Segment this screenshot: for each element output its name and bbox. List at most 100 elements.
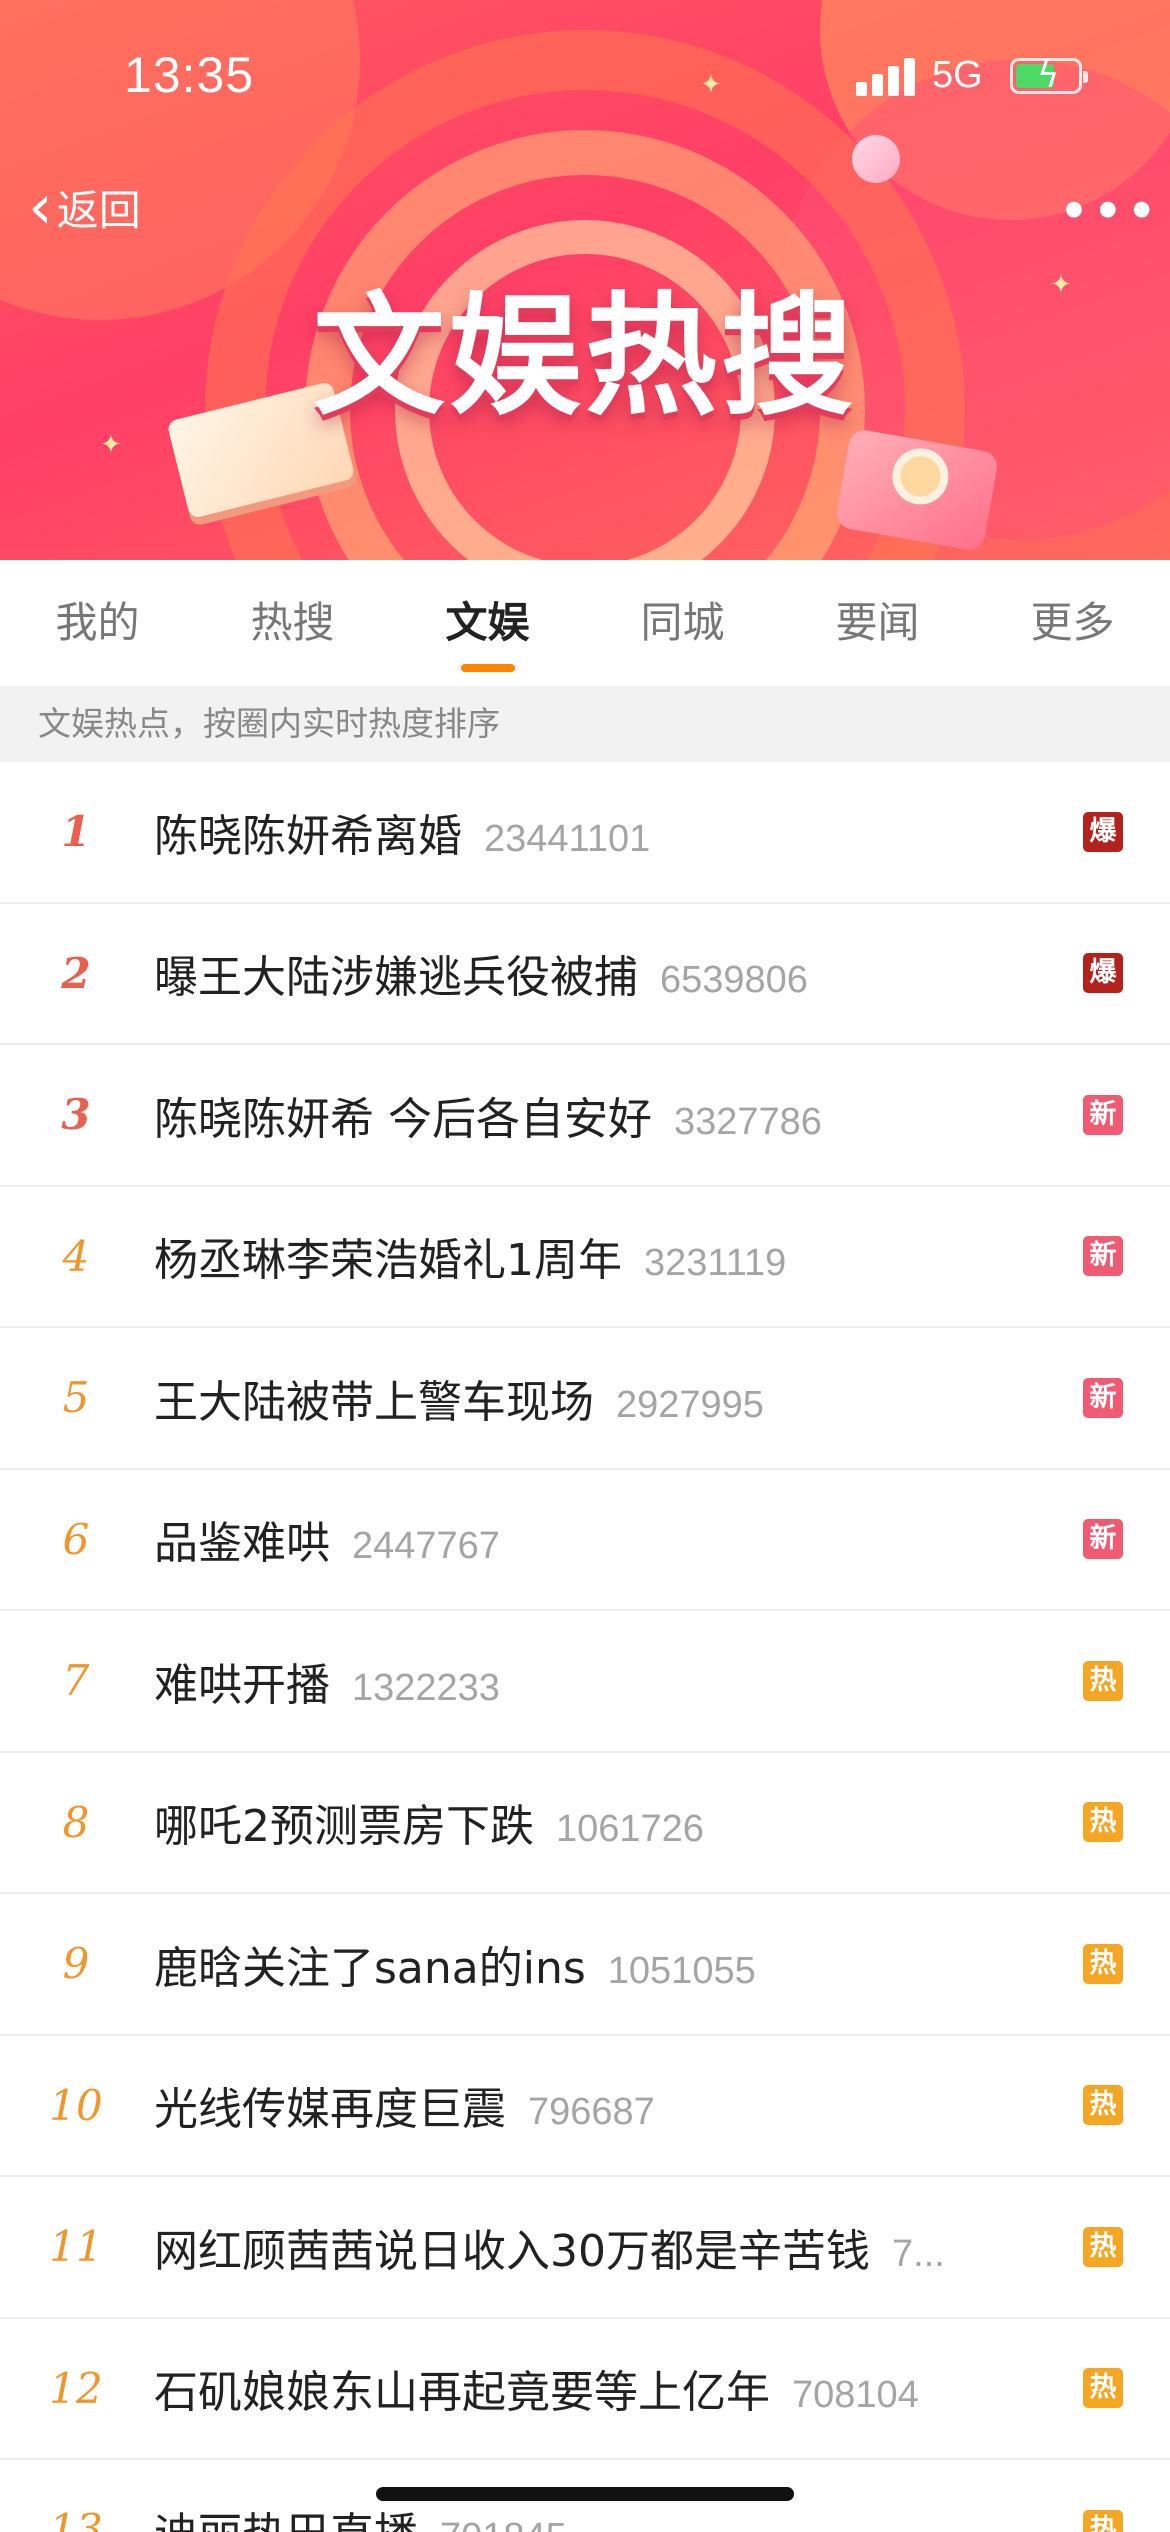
chevron-left-icon: ‹ — [28, 170, 53, 243]
sparkle-icon: ✦ — [700, 70, 722, 100]
status-badge: 热 — [1083, 1660, 1123, 1701]
tab-bar: 我的 热搜 文娱 同城 要闻 更多 — [0, 560, 1170, 686]
more-options-button[interactable]: ••• — [1058, 180, 1160, 243]
list-item-content: 难哄开播 1322233 — [154, 1649, 1030, 1713]
heat-count: 708104 — [792, 2374, 919, 2417]
heat-count: 2447767 — [352, 1525, 500, 1568]
rank-number: 1 — [61, 807, 91, 857]
heat-count: 1061726 — [556, 1808, 704, 1851]
status-badge: 爆 — [1083, 953, 1123, 994]
tab-label: 我的 — [55, 598, 140, 647]
topic-title: 杨丞琳李荣浩婚礼1周年 — [154, 1235, 622, 1287]
topic-title: 光线传媒再度巨震 — [154, 2084, 506, 2136]
list-item[interactable]: 4 杨丞琳李荣浩婚礼1周年 3231119 新 — [0, 1187, 1170, 1328]
status-badge: 热 — [1083, 1943, 1123, 1984]
list-item[interactable]: 5 王大陆被带上警车现场 2927995 新 — [0, 1328, 1170, 1470]
list-item[interactable]: 10 光线传媒再度巨震 796687 热 — [0, 2036, 1170, 2177]
heat-count: 1322233 — [352, 1666, 500, 1709]
tab-4[interactable]: 要闻 — [780, 560, 975, 686]
heat-count: 3327786 — [674, 1100, 822, 1143]
ellipsis-icon: ••• — [1058, 180, 1160, 243]
planet-icon — [852, 135, 900, 183]
tab-0[interactable]: 我的 — [0, 560, 195, 686]
tab-label: 热搜 — [250, 598, 335, 647]
list-item[interactable]: 12 石矶娘娘东山再起竟要等上亿年 708104 热 — [0, 2319, 1170, 2460]
list-item[interactable]: 6 品鉴难哄 2447767 新 — [0, 1470, 1170, 1611]
heat-count: 1051055 — [607, 1949, 756, 1992]
list-item[interactable]: 9 鹿晗关注了sana的ins 1051055 热 — [0, 1894, 1170, 2036]
battery-icon: ϟ — [1010, 56, 1088, 96]
rank-number: 3 — [61, 1090, 91, 1140]
tab-3[interactable]: 同城 — [585, 560, 780, 686]
heat-count: 6539806 — [660, 959, 808, 1002]
rank-number: 4 — [62, 1231, 90, 1281]
status-badge: 热 — [1083, 2226, 1123, 2267]
home-indicator[interactable] — [376, 2487, 794, 2501]
heat-count: 2927995 — [616, 1383, 764, 1426]
rank-number: 2 — [61, 948, 91, 998]
tab-5[interactable]: 更多 — [975, 560, 1170, 686]
list-item[interactable]: 3 陈晓陈妍希 今后各自安好 3327786 新 — [0, 1045, 1170, 1187]
list-item[interactable]: 11 网红顾茜茜说日收入30万都是辛苦钱 7... 热 — [0, 2177, 1170, 2319]
rank-number: 5 — [62, 1373, 90, 1423]
list-item-content: 网红顾茜茜说日收入30万都是辛苦钱 7... — [154, 2215, 1030, 2279]
list-item-content: 鹿晗关注了sana的ins 1051055 — [154, 1932, 1030, 1996]
tab-label: 文娱 — [445, 598, 530, 647]
topic-title: 网红顾茜茜说日收入30万都是辛苦钱 — [154, 2225, 870, 2277]
topic-title: 品鉴难哄 — [154, 1518, 330, 1570]
signal-icon — [856, 56, 916, 96]
heat-count: 23441101 — [484, 817, 651, 860]
page-title: 文娱热搜 — [313, 280, 857, 434]
list-item-content: 迪丽热巴直播 701845 — [154, 2498, 1030, 2532]
list-subtitle: 文娱热点，按圈内实时热度排序 — [0, 686, 1170, 762]
back-button[interactable]: ‹ 返回 — [28, 176, 141, 238]
hot-search-list: 1 陈晓陈妍希离婚 23441101 爆 2 曝王大陆涉嫌逃兵役被捕 6539806 爆 3 陈晓… — [0, 762, 1170, 2532]
heat-count: 796687 — [528, 2091, 655, 2134]
status-badge: 新 — [1083, 1519, 1123, 1560]
network-label: 5G — [932, 54, 983, 96]
heat-count: 7... — [892, 2232, 945, 2275]
topic-title: 王大陆被带上警车现场 — [154, 1376, 594, 1428]
list-item-content: 品鉴难哄 2447767 — [154, 1507, 1030, 1571]
tab-label: 更多 — [1030, 598, 1115, 647]
list-item-content: 石矶娘娘东山再起竟要等上亿年 708104 — [154, 2356, 1030, 2420]
list-item-content: 哪吒2预测票房下跌 1061726 — [154, 1790, 1030, 1854]
header-banner: ✦ ✦ ✦ 13:35 5G ϟ ‹ 返回 ••• 文娱热搜 — [0, 0, 1170, 560]
status-badge: 热 — [1083, 2509, 1123, 2532]
status-badge: 热 — [1083, 1802, 1123, 1843]
status-time: 13:35 — [124, 47, 255, 103]
list-item[interactable]: 8 哪吒2预测票房下跌 1061726 热 — [0, 1753, 1170, 1894]
topic-title: 鹿晗关注了sana的ins — [154, 1942, 586, 1994]
topic-title: 迪丽热巴直播 — [154, 2509, 418, 2532]
heat-count: 701845 — [440, 2516, 567, 2532]
list-item[interactable]: 7 难哄开播 1322233 热 — [0, 1611, 1170, 1753]
tab-1[interactable]: 热搜 — [195, 560, 390, 686]
list-item-content: 杨丞琳李荣浩婚礼1周年 3231119 — [154, 1224, 1030, 1288]
topic-title: 陈晓陈妍希离婚 — [154, 810, 462, 862]
status-badge: 新 — [1083, 1236, 1123, 1277]
rank-number: 13 — [49, 2505, 103, 2532]
screen: ✦ ✦ ✦ 13:35 5G ϟ ‹ 返回 ••• 文娱热搜 我的 热搜 文娱 同城 要… — [0, 0, 1170, 2532]
rank-number: 7 — [62, 1656, 90, 1706]
tab-2[interactable]: 文娱 — [390, 560, 585, 686]
rank-number: 6 — [62, 1514, 90, 1564]
status-badge: 热 — [1083, 2085, 1123, 2126]
list-item-content: 王大陆被带上警车现场 2927995 — [154, 1366, 1030, 1430]
back-label: 返回 — [56, 185, 141, 235]
active-tab-indicator — [460, 664, 515, 672]
rank-number: 10 — [49, 2080, 103, 2130]
list-item[interactable]: 1 陈晓陈妍希离婚 23441101 爆 — [0, 762, 1170, 904]
status-badge: 新 — [1083, 1377, 1123, 1418]
topic-title: 哪吒2预测票房下跌 — [154, 1801, 534, 1853]
status-badge: 热 — [1083, 2368, 1123, 2409]
rank-number: 12 — [49, 2363, 103, 2413]
status-badge: 新 — [1083, 1094, 1123, 1135]
rank-number: 11 — [49, 2222, 103, 2272]
rank-number: 9 — [62, 1939, 90, 1989]
list-item-content: 光线传媒再度巨震 796687 — [154, 2073, 1030, 2137]
rank-number: 8 — [62, 1797, 90, 1847]
heat-count: 3231119 — [644, 1242, 787, 1285]
topic-title: 曝王大陆涉嫌逃兵役被捕 — [154, 952, 638, 1004]
list-item[interactable]: 2 曝王大陆涉嫌逃兵役被捕 6539806 爆 — [0, 904, 1170, 1045]
tab-label: 同城 — [640, 598, 725, 647]
